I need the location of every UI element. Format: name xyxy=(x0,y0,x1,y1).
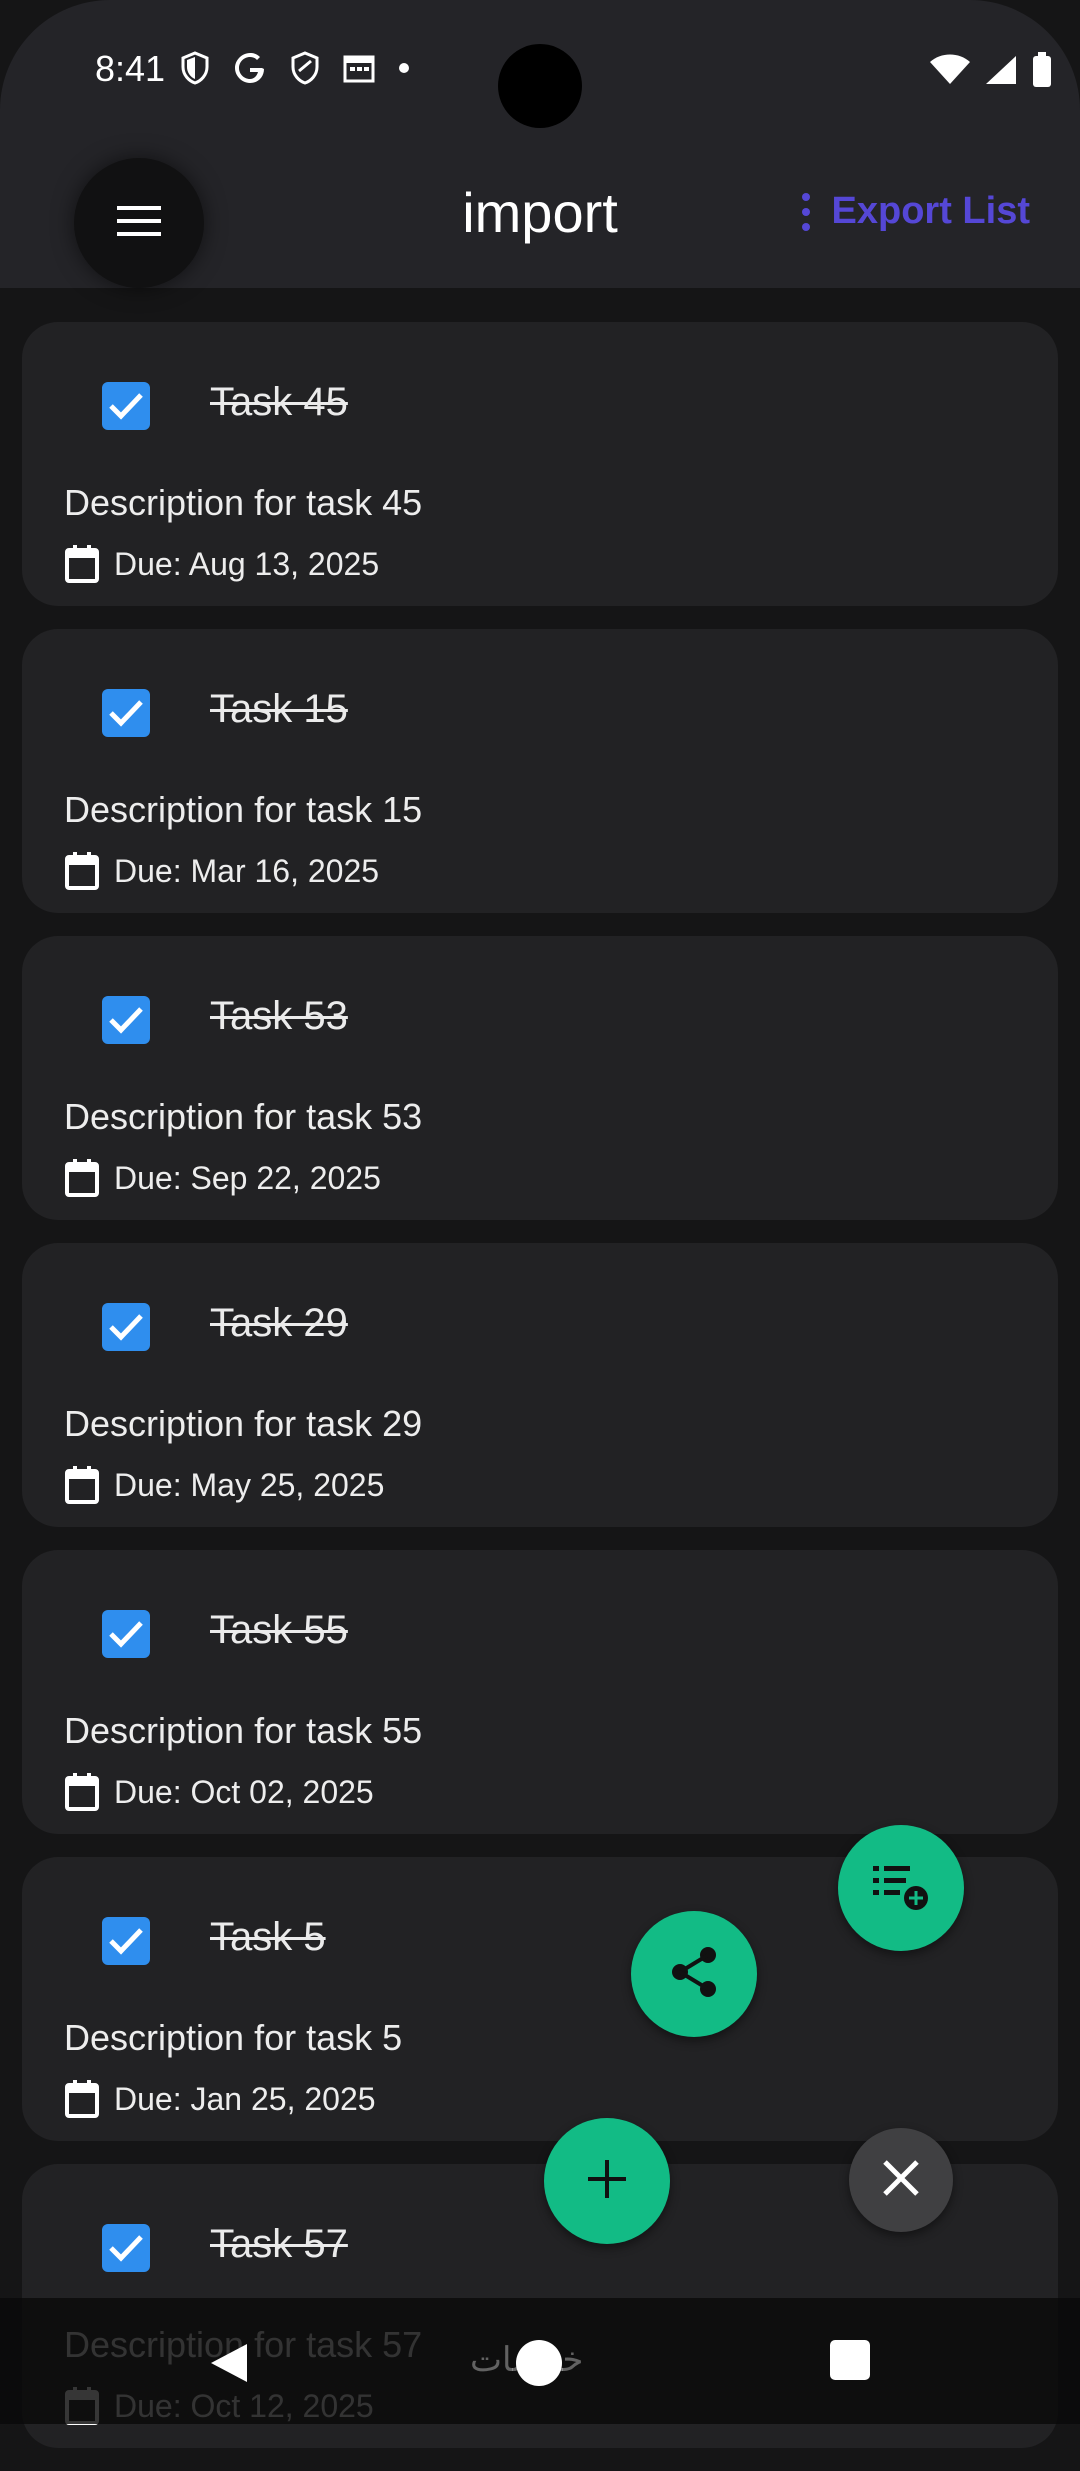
calendar-icon xyxy=(65,1159,99,1197)
task-title: Task 5 xyxy=(210,1915,326,1959)
shield-icon xyxy=(180,51,210,85)
task-due-row: Due: Aug 13, 2025 xyxy=(64,544,379,584)
wifi-icon xyxy=(930,54,970,91)
check-icon xyxy=(109,1928,143,1955)
task-checkbox[interactable] xyxy=(102,1917,150,1965)
plus-icon xyxy=(586,2158,628,2205)
camera-cutout xyxy=(498,44,582,128)
close-icon xyxy=(881,2158,921,2203)
task-description: Description for task 53 xyxy=(64,1096,423,1137)
check-icon xyxy=(109,2235,143,2262)
calendar-icon xyxy=(65,1773,99,1811)
task-card[interactable]: Task 15 Description for task 15 Due: Mar… xyxy=(22,629,1058,913)
task-card[interactable]: Task 55 Description for task 55 Due: Oct… xyxy=(22,1550,1058,1834)
calendar-icon xyxy=(65,1466,99,1504)
calendar-icon xyxy=(65,852,99,890)
close-fab[interactable] xyxy=(849,2128,953,2232)
battery-icon xyxy=(1032,52,1052,93)
task-checkbox[interactable] xyxy=(102,1303,150,1351)
task-checkbox[interactable] xyxy=(102,2224,150,2272)
task-due-date: Due: Aug 13, 2025 xyxy=(114,545,380,582)
status-time: 8:41 xyxy=(95,48,166,89)
task-due-row: Due: Jan 25, 2025 xyxy=(64,2079,376,2119)
task-description: Description for task 29 xyxy=(64,1403,423,1444)
app-screen: 8:41 import Export List Task 45 Descript… xyxy=(0,0,1080,2448)
cellular-signal-icon xyxy=(984,54,1018,91)
add-task-fab[interactable] xyxy=(544,2118,670,2244)
task-due-row: Due: Sep 22, 2025 xyxy=(64,1158,381,1198)
task-due-row: Due: May 25, 2025 xyxy=(64,1465,384,1505)
check-icon xyxy=(109,1621,143,1648)
check-icon xyxy=(109,1007,143,1034)
share-icon xyxy=(669,1945,719,2004)
task-title: Task 45 xyxy=(210,380,348,424)
task-card[interactable]: Task 45 Description for task 45 Due: Aug… xyxy=(22,322,1058,606)
task-due-date: Due: Sep 22, 2025 xyxy=(114,1159,381,1196)
task-due-date: Due: Jan 25, 2025 xyxy=(114,2080,376,2117)
task-description: Description for task 55 xyxy=(64,1710,423,1751)
task-title: Task 53 xyxy=(210,994,348,1038)
task-checkbox[interactable] xyxy=(102,689,150,737)
google-icon xyxy=(232,50,268,86)
task-title: Task 29 xyxy=(210,1301,348,1345)
recents-icon[interactable] xyxy=(830,2340,870,2380)
check-icon xyxy=(109,393,143,420)
task-due-date: Due: Oct 02, 2025 xyxy=(114,1773,374,1810)
calendar-icon xyxy=(65,2080,99,2118)
top-app-bar: 8:41 import Export List xyxy=(0,0,1080,288)
share-fab[interactable] xyxy=(631,1911,757,2037)
task-description: Description for task 45 xyxy=(64,482,423,523)
task-title: Task 55 xyxy=(210,1608,348,1652)
task-due-date: Due: May 25, 2025 xyxy=(114,1466,385,1503)
status-notification-icons xyxy=(180,50,410,86)
task-due-row: Due: Mar 16, 2025 xyxy=(64,851,379,891)
playlist-add-icon xyxy=(871,1860,931,1917)
status-bar: 8:41 xyxy=(0,0,1080,140)
task-due-date: Due: Mar 16, 2025 xyxy=(114,852,380,889)
task-due-row: Due: Oct 02, 2025 xyxy=(64,1772,374,1812)
task-title: Task 57 xyxy=(210,2222,348,2266)
task-checkbox[interactable] xyxy=(102,996,150,1044)
check-icon xyxy=(109,700,143,727)
back-icon[interactable] xyxy=(205,2340,251,2391)
task-card[interactable]: Task 29 Description for task 29 Due: May… xyxy=(22,1243,1058,1527)
task-checkbox[interactable] xyxy=(102,1610,150,1658)
watermark: خمسات xyxy=(470,2341,584,2379)
more-vert-icon xyxy=(801,192,810,231)
export-list-label: Export List xyxy=(831,190,1030,232)
system-status-icons xyxy=(930,52,1052,93)
task-description: Description for task 15 xyxy=(64,789,423,830)
calendar-icon xyxy=(65,545,99,583)
add-list-fab[interactable] xyxy=(838,1825,964,1951)
task-title: Task 15 xyxy=(210,687,348,731)
calendar-status-icon xyxy=(342,52,376,84)
notification-dot-icon xyxy=(398,62,410,74)
check-icon xyxy=(109,1314,143,1341)
export-list-button[interactable]: Export List xyxy=(801,190,1030,233)
task-card[interactable]: Task 53 Description for task 53 Due: Sep… xyxy=(22,936,1058,1220)
task-checkbox[interactable] xyxy=(102,382,150,430)
task-description: Description for task 5 xyxy=(64,2017,403,2058)
shield-outline-icon xyxy=(290,51,320,85)
